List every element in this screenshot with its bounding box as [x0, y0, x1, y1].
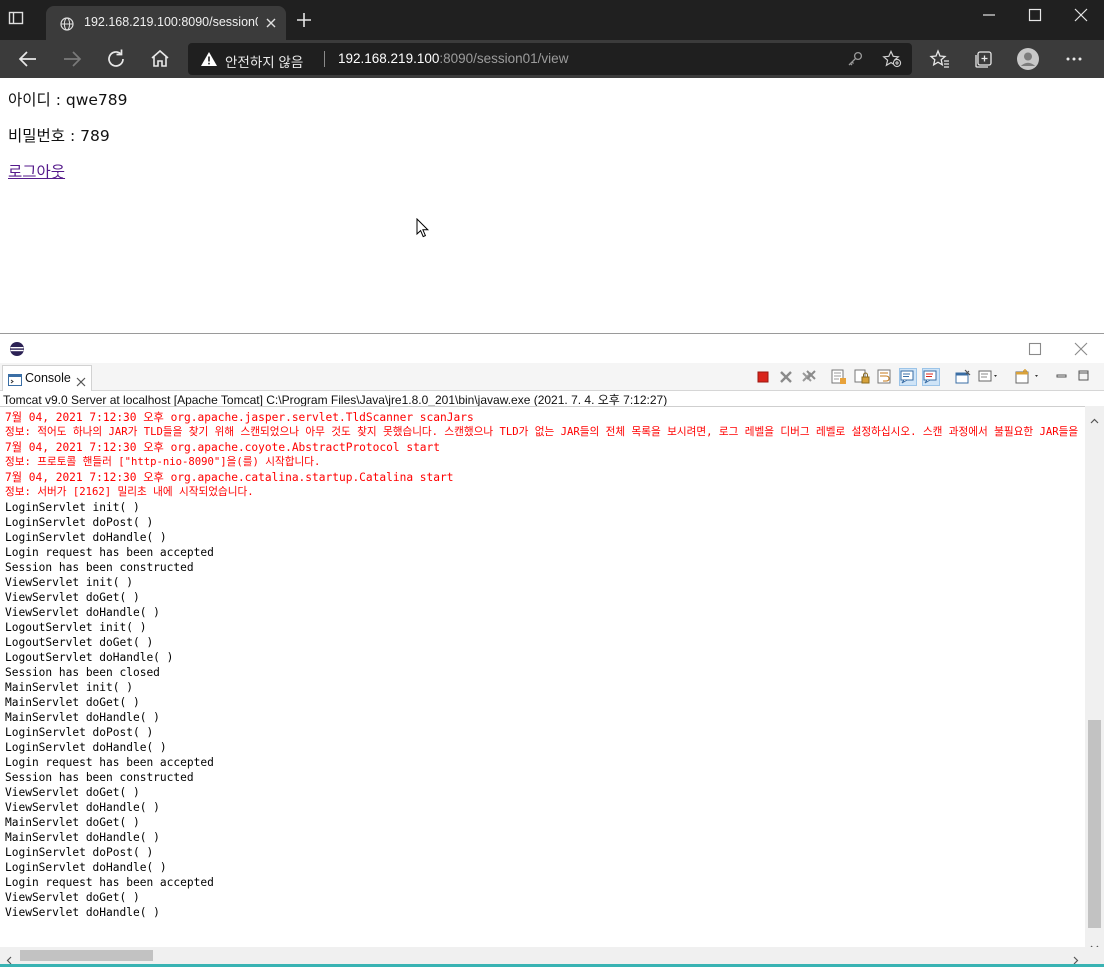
console-line: MainServlet doHandle( )	[5, 831, 160, 844]
console-horizontal-scrollbar[interactable]	[0, 947, 1104, 965]
scroll-up-icon[interactable]	[1090, 409, 1099, 428]
console-line: 7월 04, 2021 7:12:30 오후 org.apache.jasper…	[5, 411, 474, 424]
close-window-icon[interactable]	[1074, 341, 1088, 360]
minimize-view-icon[interactable]	[1055, 368, 1073, 386]
console-line: ViewServlet doHandle( )	[5, 606, 160, 619]
console-line: LogoutServlet init( )	[5, 621, 147, 634]
browser-tab[interactable]: 192.168.219.100:8090/session01/	[46, 6, 286, 40]
browser-toolbar: 안전하지 않음 192.168.219.100:8090/session01/v…	[0, 40, 1104, 78]
forward-icon[interactable]	[60, 47, 86, 71]
console-line: Login request has been accepted	[5, 546, 214, 559]
clear-console-icon[interactable]	[830, 368, 848, 386]
maximize-view-icon[interactable]	[1077, 368, 1095, 386]
console-line: LoginServlet doHandle( )	[5, 861, 167, 874]
show-console-on-error-icon[interactable]	[922, 368, 940, 386]
security-label[interactable]: 안전하지 않음	[225, 51, 303, 71]
console-line: LoginServlet doPost( )	[5, 846, 154, 859]
new-tab-icon[interactable]	[294, 10, 316, 32]
console-line: MainServlet doGet( )	[5, 696, 140, 709]
console-line: Session has been constructed	[5, 771, 194, 784]
console-line: Login request has been accepted	[5, 756, 214, 769]
console-line: 정보: 프로토콜 핸들러 ["http-nio-8090"]을(를) 시작합니다…	[5, 456, 321, 468]
console-line: 정보: 서버가 [2162] 밀리초 내에 시작되었습니다.	[5, 486, 254, 498]
console-line: MainServlet init( )	[5, 681, 133, 694]
collections-icon[interactable]	[972, 47, 998, 71]
scroll-lock-icon[interactable]	[853, 368, 871, 386]
remove-all-launches-icon[interactable]	[800, 368, 818, 386]
url-host: 192.168.219.100	[338, 51, 440, 66]
console-line: ViewServlet doHandle( )	[5, 801, 160, 814]
console-tab[interactable]: Console	[2, 365, 92, 391]
add-favorite-icon[interactable]	[882, 50, 902, 72]
console-output[interactable]: 7월 04, 2021 7:12:30 오후 org.apache.jasper…	[0, 406, 1085, 947]
mouse-cursor-icon	[416, 217, 430, 242]
console-line: 7월 04, 2021 7:12:30 오후 org.apache.coyote…	[5, 441, 441, 454]
console-tab-label: Console	[25, 371, 71, 385]
more-options-icon[interactable]	[1062, 47, 1088, 71]
horizontal-scroll-thumb[interactable]	[20, 950, 153, 961]
console-line: ViewServlet doGet( )	[5, 591, 140, 604]
console-process-label: Tomcat v9.0 Server at localhost [Apache …	[3, 391, 1103, 406]
url-path: :8090/session01/view	[439, 51, 569, 66]
open-console-icon[interactable]	[1015, 368, 1038, 386]
eclipse-title-bar	[0, 333, 1104, 363]
close-window-icon[interactable]	[1058, 0, 1104, 30]
remove-launch-icon[interactable]	[777, 368, 795, 386]
key-icon[interactable]	[846, 50, 864, 72]
console-line: LogoutServlet doGet( )	[5, 636, 154, 649]
console-line: 7월 04, 2021 7:12:30 오후 org.apache.catali…	[5, 471, 454, 484]
console-line: LoginServlet doHandle( )	[5, 741, 167, 754]
show-console-on-output-icon[interactable]	[899, 368, 917, 386]
url-text[interactable]: 192.168.219.100:8090/session01/view	[338, 51, 568, 66]
console-line: Login request has been accepted	[5, 876, 214, 889]
refresh-icon[interactable]	[104, 47, 130, 71]
console-line: LoginServlet doPost( )	[5, 516, 154, 529]
word-wrap-icon[interactable]	[876, 368, 894, 386]
tab-title: 192.168.219.100:8090/session01/	[84, 15, 258, 29]
console-line: Session has been constructed	[5, 561, 194, 574]
display-selected-console-icon[interactable]	[978, 368, 997, 386]
console-view-toolbar: Console	[0, 363, 1104, 391]
logout-link[interactable]: 로그아웃	[8, 160, 65, 182]
minimize-icon[interactable]	[966, 0, 1012, 30]
console-line: LoginServlet doPost( )	[5, 726, 154, 739]
close-view-icon[interactable]	[76, 372, 86, 391]
console-line: ViewServlet init( )	[5, 576, 133, 589]
address-separator	[324, 51, 325, 67]
tab-actions-icon[interactable]	[8, 10, 36, 34]
eclipse-logo-icon	[9, 341, 25, 361]
browser-tab-bar: 192.168.219.100:8090/session01/	[0, 0, 1104, 40]
console-vertical-scrollbar[interactable]	[1085, 406, 1104, 951]
console-line: MainServlet doHandle( )	[5, 711, 160, 724]
user-id-text: 아이디 : qwe789	[8, 91, 128, 109]
profile-avatar-icon[interactable]	[1016, 47, 1042, 71]
back-icon[interactable]	[16, 47, 42, 71]
favorites-icon[interactable]	[928, 47, 954, 71]
address-bar[interactable]: 안전하지 않음 192.168.219.100:8090/session01/v…	[188, 43, 912, 75]
user-password-text: 비밀번호 : 789	[8, 127, 110, 145]
close-tab-icon[interactable]	[262, 14, 280, 32]
console-line: MainServlet doGet( )	[5, 816, 140, 829]
terminate-icon[interactable]	[754, 368, 772, 386]
console-icon	[8, 372, 22, 391]
console-line: ViewServlet doHandle( )	[5, 906, 160, 919]
maximize-icon[interactable]	[1012, 0, 1058, 30]
console-line: ViewServlet doGet( )	[5, 786, 140, 799]
maximize-icon[interactable]	[1028, 341, 1042, 360]
console-line: LoginServlet init( )	[5, 501, 140, 514]
console-line: 정보: 적어도 하나의 JAR가 TLD들을 찾기 위해 스캔되었으나 아무 것…	[5, 426, 1085, 438]
globe-icon	[60, 16, 74, 31]
console-line: LogoutServlet doHandle( )	[5, 651, 174, 664]
console-line: Session has been closed	[5, 666, 160, 679]
warning-icon[interactable]	[200, 51, 218, 71]
web-page: 아이디 : qwe789 비밀번호 : 789 로그아웃	[0, 78, 1104, 333]
console-line: LoginServlet doHandle( )	[5, 531, 167, 544]
console-line: ViewServlet doGet( )	[5, 891, 140, 904]
vertical-scroll-thumb[interactable]	[1088, 720, 1101, 928]
home-icon[interactable]	[148, 47, 174, 71]
pin-console-icon[interactable]	[954, 368, 972, 386]
